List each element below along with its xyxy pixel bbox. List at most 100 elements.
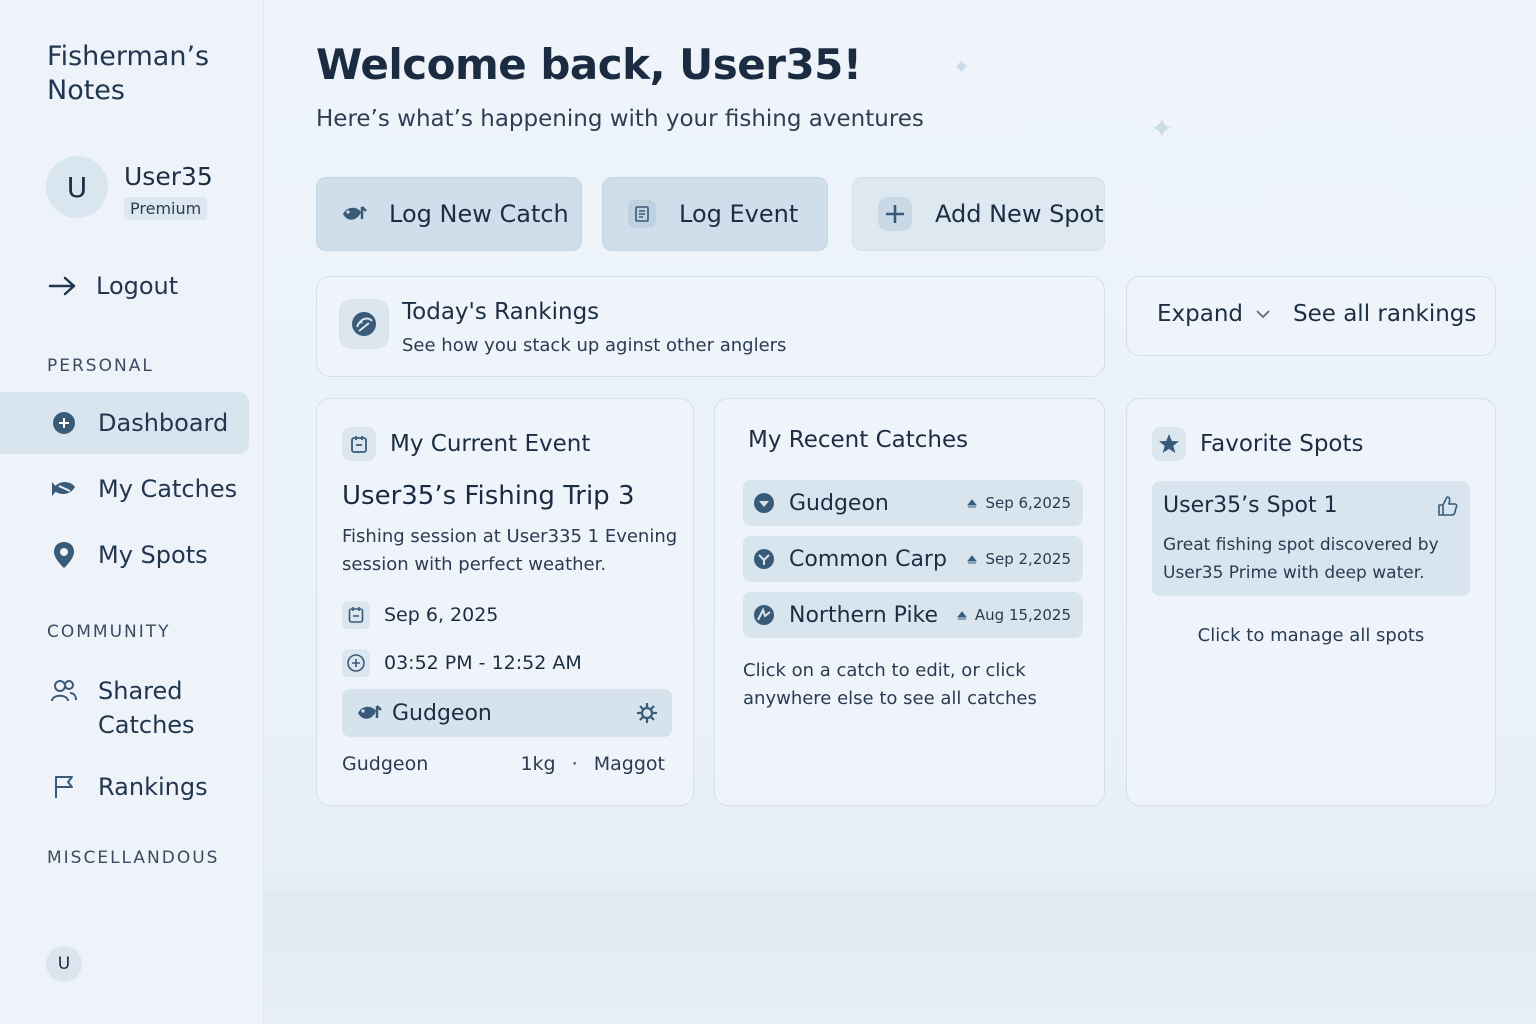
rankings-title: Today's Rankings xyxy=(402,299,600,325)
list-icon xyxy=(627,199,657,229)
event-species: Gudgeon xyxy=(342,753,429,775)
arrow-right-icon xyxy=(48,276,76,296)
expand-button[interactable]: Expand xyxy=(1157,301,1271,327)
label-line: Shared xyxy=(98,677,183,705)
weight: 1kg xyxy=(520,753,556,775)
event-weight-bait: 1kg · Maggot xyxy=(520,753,665,775)
fish-badge-icon xyxy=(753,604,775,626)
event-date: Sep 6, 2025 xyxy=(342,601,498,629)
fish-icon xyxy=(356,702,382,724)
button-label: Add New Spot xyxy=(935,200,1104,228)
event-date-value: Sep 6, 2025 xyxy=(384,604,499,626)
sparkle-icon: ✦ xyxy=(1150,112,1174,145)
recent-catches-card[interactable]: My Recent Catches Gudgeon Sep 6,2025 Com… xyxy=(714,398,1105,806)
triangle-up-icon xyxy=(956,611,967,620)
map-pin-icon xyxy=(50,541,78,569)
fish-badge-icon xyxy=(753,492,775,514)
avatar[interactable]: U xyxy=(46,156,108,218)
log-event-button[interactable]: Log Event xyxy=(602,177,828,251)
calendar-icon xyxy=(342,427,376,461)
event-time: 03:52 PM - 12:52 AM xyxy=(342,649,582,677)
app-brand: Fisherman’s Notes xyxy=(47,41,210,106)
rankings-subtitle: See how you stack up aginst other angler… xyxy=(402,335,787,356)
fish-hook-icon xyxy=(341,203,367,225)
user-profile: U User35 Premium xyxy=(46,156,213,220)
sidebar-item-my-catches[interactable]: My Catches xyxy=(0,458,249,520)
catch-name: Gudgeon xyxy=(789,490,889,516)
section-misc: MISCELLANDOUS xyxy=(47,848,220,868)
card-title: Favorite Spots xyxy=(1200,431,1364,457)
current-event-card[interactable]: My Current Event User35’s Fishing Trip 3… xyxy=(316,398,694,806)
rankings-card[interactable]: Today's Rankings See how you stack up ag… xyxy=(316,276,1105,377)
favorite-spots-card[interactable]: Favorite Spots User35’s Spot 1 Great fis… xyxy=(1126,398,1496,806)
page-subtitle: Here’s what’s happening with your fishin… xyxy=(316,106,924,132)
rankings-controls: Expand See all rankings xyxy=(1126,276,1496,356)
label-line: Catches xyxy=(98,711,195,739)
logout-label: Logout xyxy=(96,272,179,300)
button-label: Log Event xyxy=(679,200,799,228)
sparkle-icon: ◆ xyxy=(956,58,967,74)
plus-icon xyxy=(877,196,913,232)
separator: · xyxy=(571,753,578,775)
spot-name: User35’s Spot 1 xyxy=(1163,493,1338,518)
sidebar-item-label: Rankings xyxy=(98,773,208,801)
fish-icon xyxy=(50,475,78,503)
list-item[interactable]: Common Carp Sep 2,2025 xyxy=(743,536,1083,582)
catch-date: Sep 6,2025 xyxy=(967,494,1071,512)
triangle-up-icon xyxy=(967,499,978,508)
user-name: User35 xyxy=(124,162,213,191)
triangle-up-icon xyxy=(967,555,978,564)
star-icon xyxy=(1152,427,1186,461)
fish-badge-icon xyxy=(753,548,775,570)
sidebar-item-label: My Catches xyxy=(98,475,238,503)
spot-item[interactable]: User35’s Spot 1 Great fishing spot disco… xyxy=(1152,481,1470,596)
logout-button[interactable]: Logout xyxy=(48,272,178,300)
page-title: Welcome back, User35! xyxy=(316,40,862,89)
button-label: Log New Catch xyxy=(389,200,569,228)
expand-label: Expand xyxy=(1157,301,1244,327)
catch-date: Aug 15,2025 xyxy=(956,606,1071,624)
gear-icon[interactable] xyxy=(636,702,658,730)
sidebar: Fisherman’s Notes U User35 Premium Logou… xyxy=(0,0,264,1024)
section-personal: PERSONAL xyxy=(47,356,154,376)
card-header: My Recent Catches xyxy=(748,427,968,453)
chevron-down-icon xyxy=(1256,310,1270,319)
plus-circle-icon xyxy=(50,409,78,437)
flag-icon xyxy=(50,773,78,801)
bait: Maggot xyxy=(593,753,665,775)
event-title: User35’s Fishing Trip 3 xyxy=(342,481,635,511)
card-header: Favorite Spots xyxy=(1152,427,1364,461)
sidebar-item-shared-catches[interactable]: Shared Catches xyxy=(0,670,249,746)
manage-spots-link[interactable]: Click to manage all spots xyxy=(1127,625,1495,646)
spot-description: Great fishing spot discovered by User35 … xyxy=(1163,535,1439,583)
card-title: My Recent Catches xyxy=(748,427,969,453)
decorative-water-band xyxy=(264,890,1536,1024)
date-value: Sep 6,2025 xyxy=(985,494,1071,512)
calendar-icon xyxy=(342,601,370,629)
clock-icon xyxy=(342,649,370,677)
catch-name: Common Carp xyxy=(789,546,947,572)
add-new-spot-button[interactable]: Add New Spot xyxy=(852,177,1105,251)
sidebar-item-label: Shared Catches xyxy=(98,674,195,742)
date-value: Aug 15,2025 xyxy=(974,606,1071,624)
event-time-value: 03:52 PM - 12:52 AM xyxy=(384,652,582,674)
sidebar-item-rankings[interactable]: Rankings xyxy=(0,756,249,818)
list-item[interactable]: Northern Pike Aug 15,2025 xyxy=(743,592,1083,638)
fish-name: Gudgeon xyxy=(392,700,492,726)
users-icon xyxy=(50,677,78,705)
fishing-rod-icon xyxy=(339,299,389,349)
event-description: Fishing session at User335 1 Evening ses… xyxy=(342,526,678,575)
plan-badge: Premium xyxy=(124,197,208,220)
log-new-catch-button[interactable]: Log New Catch xyxy=(316,177,582,251)
sidebar-item-label: Dashboard xyxy=(98,409,229,437)
see-all-rankings-link[interactable]: See all rankings xyxy=(1293,301,1476,327)
card-header: My Current Event xyxy=(342,427,590,461)
sidebar-item-my-spots[interactable]: My Spots xyxy=(0,524,249,586)
card-title: My Current Event xyxy=(390,431,591,457)
sidebar-item-label: My Spots xyxy=(98,541,208,569)
avatar-small[interactable]: U xyxy=(46,946,82,982)
thumbs-up-icon[interactable] xyxy=(1436,495,1458,521)
list-item[interactable]: Gudgeon Sep 6,2025 xyxy=(743,480,1083,526)
event-fish-pill[interactable]: Gudgeon xyxy=(342,689,672,737)
sidebar-item-dashboard[interactable]: Dashboard xyxy=(0,392,249,454)
